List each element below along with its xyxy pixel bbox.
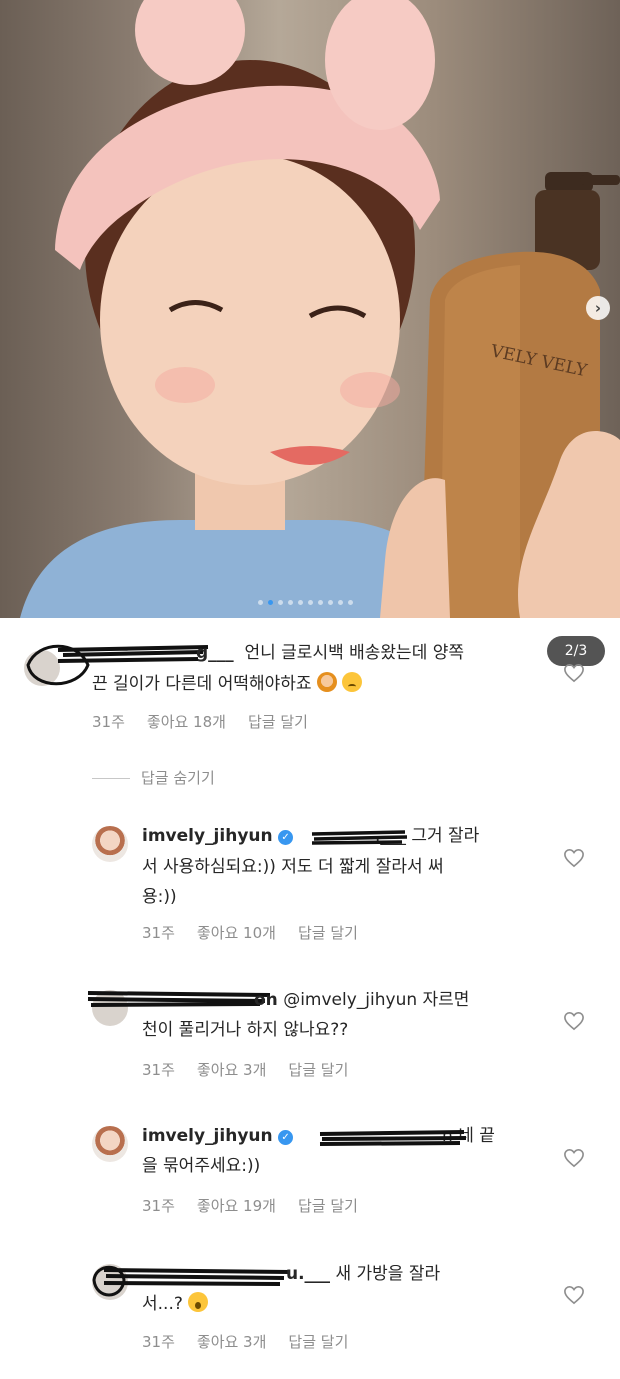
astonished-face-emoji-icon bbox=[188, 1292, 209, 1312]
comment-body: 새 가방을 잘라 bbox=[335, 1264, 441, 1284]
person-gesturing-emoji-icon bbox=[316, 672, 337, 692]
comment-time: 31주 bbox=[92, 713, 125, 731]
reply-button[interactable]: 답글 달기 bbox=[248, 711, 308, 732]
comment-body-line2: 서...? bbox=[142, 1294, 183, 1314]
sad-face-emoji-icon bbox=[342, 672, 363, 692]
comment-body: 언니 글로시백 배송왔는데 양쪽 bbox=[244, 643, 465, 663]
verified-badge-icon: ✓ bbox=[278, 830, 294, 845]
comment-likes[interactable]: 좋아요 18개 bbox=[147, 711, 226, 732]
comment-time: 31주 bbox=[142, 1333, 175, 1351]
carousel-dot bbox=[308, 600, 313, 605]
comment-body-line2: 끈 길이가 다른데 어떡해야하죠 bbox=[92, 674, 312, 694]
comment-user[interactable]: g___ bbox=[196, 643, 234, 663]
comment-user[interactable]: u.___ bbox=[286, 1264, 330, 1284]
carousel-dot bbox=[278, 600, 283, 605]
page-indicator-badge: 2/3 bbox=[547, 636, 605, 666]
comment-likes[interactable]: 좋아요 3개 bbox=[197, 1059, 267, 1080]
comment-time: 31주 bbox=[142, 1197, 175, 1215]
comment-user[interactable]: imvely_jihyun bbox=[142, 826, 273, 846]
heart-outline-icon[interactable] bbox=[563, 1011, 585, 1031]
heart-outline-icon[interactable] bbox=[563, 848, 585, 868]
comment-body: 그거 잘라 bbox=[411, 826, 480, 846]
comment-user[interactable]: imvely_jihyun bbox=[142, 1126, 273, 1146]
reply-button[interactable]: 답글 달기 bbox=[288, 1331, 348, 1352]
comment-time: 31주 bbox=[142, 1061, 175, 1079]
carousel-dots bbox=[258, 600, 353, 605]
comment-body-line2: 천이 풀리거나 하지 않나요?? bbox=[142, 1020, 349, 1040]
comment-likes[interactable]: 좋아요 19개 bbox=[197, 1195, 276, 1216]
carousel-dot bbox=[338, 600, 343, 605]
hide-replies-button[interactable]: 답글 숨기기 bbox=[141, 767, 215, 788]
photo-illustration: VELY VELY bbox=[20, 0, 620, 618]
comment-body-line3: 용:)) bbox=[142, 887, 177, 907]
redaction-scribble bbox=[319, 1130, 467, 1146]
chevron-right-icon[interactable]: › bbox=[586, 296, 610, 320]
verified-badge-icon: ✓ bbox=[278, 1130, 294, 1145]
carousel-dot bbox=[348, 600, 353, 605]
comment-user[interactable]: on bbox=[254, 990, 278, 1010]
mention[interactable]: @imvely_jihyun bbox=[283, 990, 417, 1010]
comment-time: 31주 bbox=[142, 924, 175, 942]
carousel-dot bbox=[268, 600, 273, 605]
comment-body: 자르면 bbox=[422, 990, 470, 1010]
redaction-scribble bbox=[87, 991, 271, 1007]
comment-likes[interactable]: 좋아요 3개 bbox=[197, 1331, 267, 1352]
comment-likes[interactable]: 좋아요 10개 bbox=[197, 922, 276, 943]
reply-button[interactable]: 답글 달기 bbox=[298, 1195, 358, 1216]
carousel-dot bbox=[318, 600, 323, 605]
carousel-dot bbox=[288, 600, 293, 605]
carousel-dot bbox=[298, 600, 303, 605]
heart-outline-icon[interactable] bbox=[563, 1148, 585, 1168]
reply-button[interactable]: 답글 달기 bbox=[298, 922, 358, 943]
reply-button[interactable]: 답글 달기 bbox=[288, 1059, 348, 1080]
post-photo[interactable]: VELY VELY › bbox=[0, 0, 620, 618]
comment-body-line2: 서 사용하심되요:)) 저도 더 짧게 잘라서 써 bbox=[142, 857, 444, 877]
heart-outline-icon[interactable] bbox=[563, 1285, 585, 1305]
heart-outline-icon[interactable] bbox=[563, 663, 585, 683]
carousel-dot bbox=[328, 600, 333, 605]
comment-body-line2: 을 묶어주세요:)) bbox=[142, 1156, 261, 1176]
redaction-scribble bbox=[311, 830, 408, 845]
avatar[interactable] bbox=[92, 1126, 128, 1162]
avatar[interactable] bbox=[92, 826, 128, 862]
hide-replies-line bbox=[92, 778, 130, 779]
carousel-dot bbox=[258, 600, 263, 605]
